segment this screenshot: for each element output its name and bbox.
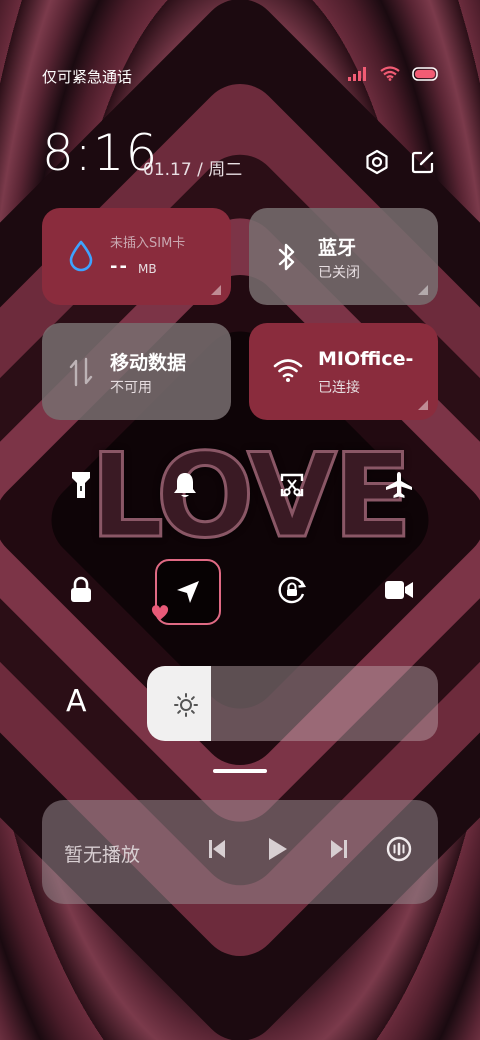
date-label: 01.17 / 周二: [143, 160, 243, 180]
media-player-card[interactable]: 暂无播放: [42, 800, 438, 904]
wifi-status: 已连接: [318, 380, 360, 396]
location-icon: [174, 578, 202, 610]
mobile-data-title: 移动数据: [110, 352, 187, 374]
lock-icon: [68, 576, 94, 608]
sound-toggle[interactable]: [158, 460, 212, 514]
skip-previous-icon: [207, 838, 227, 864]
flashlight-toggle[interactable]: [54, 460, 108, 514]
play-icon: [265, 836, 289, 866]
wifi-icon: [380, 66, 400, 85]
bluetooth-status: 已关闭: [318, 265, 360, 281]
expand-corner: [211, 285, 221, 295]
previous-button[interactable]: [202, 836, 232, 866]
droplet-icon: [68, 240, 94, 276]
battery-icon: [412, 66, 440, 85]
signal-icon: [348, 66, 368, 85]
data-arrows-icon: [68, 357, 94, 391]
location-toggle[interactable]: [151, 559, 221, 625]
next-button[interactable]: [324, 836, 354, 866]
heart-badge-icon: [151, 605, 169, 625]
wallpaper-love-lettering: LOVE: [89, 429, 414, 564]
cast-audio-icon: [385, 835, 413, 867]
lock-screen-toggle[interactable]: [54, 565, 108, 619]
bluetooth-icon: [275, 241, 299, 277]
expand-corner: [418, 285, 428, 295]
data-usage-unit: MB: [138, 262, 157, 276]
wifi-tile[interactable]: MIOffice- 已连接: [249, 323, 438, 420]
sun-icon: [173, 692, 199, 722]
gear-icon: [364, 149, 390, 179]
flashlight-icon: [69, 470, 93, 504]
edit-icon: [410, 151, 436, 179]
airplane-icon: [384, 470, 414, 504]
auto-brightness-label[interactable]: A: [66, 684, 87, 719]
screenshot-icon: [278, 471, 306, 503]
carrier-text: 仅可紧急通话: [42, 68, 133, 86]
wifi-icon: [273, 357, 303, 387]
media-status-text: 暂无播放: [64, 844, 141, 866]
status-icons: [348, 66, 440, 85]
screen-recorder-toggle[interactable]: [372, 565, 426, 619]
bluetooth-tile[interactable]: 蓝牙 已关闭: [249, 208, 438, 305]
play-button[interactable]: [262, 836, 292, 866]
skip-next-icon: [329, 838, 349, 864]
wifi-network-name: MIOffice-: [318, 348, 414, 370]
expand-corner: [418, 400, 428, 410]
video-camera-icon: [384, 579, 414, 605]
time-row: 8:16 01.17 / 周二: [42, 124, 442, 184]
airplane-mode-toggle[interactable]: [372, 460, 426, 514]
mobile-data-tile[interactable]: 移动数据 不可用: [42, 323, 231, 420]
data-usage-tile[interactable]: 未插入SIM卡 -- MB: [42, 208, 231, 305]
screenshot-toggle[interactable]: [265, 460, 319, 514]
mobile-data-status: 不可用: [110, 380, 152, 396]
status-bar: 仅可紧急通话: [0, 58, 480, 94]
bell-icon: [172, 471, 198, 503]
clock: 8:16: [42, 124, 159, 182]
bluetooth-title: 蓝牙: [318, 237, 357, 259]
drag-handle[interactable]: [213, 769, 267, 773]
auto-rotate-toggle[interactable]: [265, 565, 319, 619]
brightness-slider[interactable]: [147, 666, 438, 741]
sim-status-label: 未插入SIM卡: [110, 236, 186, 251]
edit-button[interactable]: [410, 149, 436, 179]
rotation-lock-icon: [276, 574, 308, 610]
settings-button[interactable]: [364, 149, 390, 179]
output-device-button[interactable]: [384, 836, 414, 866]
data-usage-value: --: [110, 256, 129, 277]
